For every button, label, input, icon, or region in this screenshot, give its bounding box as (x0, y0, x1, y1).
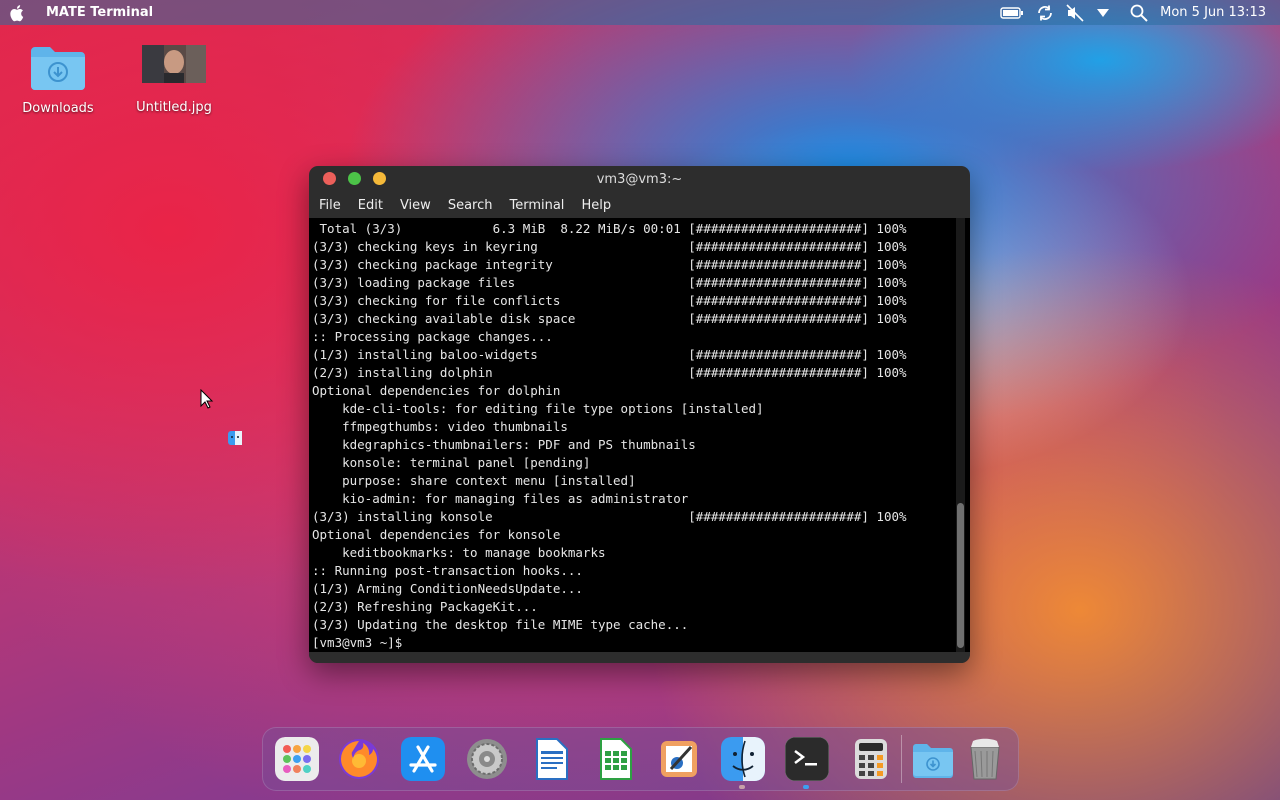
dock-separator (901, 735, 902, 783)
desktop-icon-label: Untitled.jpg (136, 100, 212, 115)
calc-icon[interactable] (593, 737, 637, 781)
firefox-icon[interactable] (337, 737, 381, 781)
desktop-icon-untitled-jpg[interactable]: Untitled.jpg (124, 45, 224, 115)
system-settings-icon[interactable] (465, 737, 509, 781)
desktop-icon-label: Downloads (22, 101, 94, 116)
menu-terminal[interactable]: Terminal (509, 198, 564, 213)
menu-view[interactable]: View (400, 198, 431, 213)
terminal-line: kde-cli-tools: for editing file type opt… (312, 401, 764, 416)
app-store-icon[interactable] (401, 737, 445, 781)
finder-icon[interactable] (721, 737, 765, 781)
menu-help[interactable]: Help (581, 198, 611, 213)
apple-icon[interactable] (10, 4, 28, 22)
terminal-line: Optional dependencies for dolphin (312, 383, 561, 398)
downloads-folder-icon[interactable] (911, 737, 955, 781)
finder-mini-icon (228, 431, 242, 445)
terminal-line: (2/3) Refreshing PackageKit... (312, 599, 538, 614)
terminal-line: Optional dependencies for konsole (312, 527, 561, 542)
terminal-line: (1/3) installing baloo-widgets [########… (312, 347, 907, 362)
terminal-window[interactable]: vm3@vm3:~ File Edit View Search Terminal… (309, 166, 970, 663)
battery-icon[interactable] (1000, 6, 1024, 20)
terminal-line: purpose: share context menu [installed] (312, 473, 636, 488)
image-thumbnail-icon (142, 45, 206, 83)
terminal-menubar: File Edit View Search Terminal Help (309, 192, 970, 218)
terminal-line: (3/3) installing konsole [##############… (312, 509, 907, 524)
text-cursor (409, 636, 418, 651)
mouse-pointer-icon (200, 389, 214, 409)
terminal-line: (3/3) loading package files [###########… (312, 275, 907, 290)
desktop-icon-downloads[interactable]: Downloads (8, 43, 108, 116)
minimize-button[interactable] (373, 172, 386, 185)
terminal-line: (3/3) checking keys in keyring [########… (312, 239, 907, 254)
launchpad-icon[interactable] (275, 737, 319, 781)
menu-edit[interactable]: Edit (358, 198, 383, 213)
terminal-line: (3/3) checking package integrity [######… (312, 257, 907, 272)
active-app-title[interactable]: MATE Terminal (46, 5, 153, 20)
terminal-line: :: Processing package changes... (312, 329, 553, 344)
draw-icon[interactable] (657, 737, 701, 781)
folder-icon (31, 47, 85, 90)
terminal-output[interactable]: Total (3/3) 6.3 MiB 8.22 MiB/s 00:01 [##… (309, 218, 970, 652)
dock (262, 727, 1019, 791)
running-indicator (739, 785, 745, 789)
menu-file[interactable]: File (319, 198, 341, 213)
trash-icon[interactable] (963, 737, 1007, 781)
terminal-line: Total (3/3) 6.3 MiB 8.22 MiB/s 00:01 [##… (312, 221, 907, 236)
window-footer (309, 652, 970, 663)
running-indicator-active (803, 785, 809, 789)
sync-icon[interactable] (1036, 4, 1054, 22)
terminal-line: (1/3) Arming ConditionNeedsUpdate... (312, 581, 583, 596)
terminal-line: (2/3) installing dolphin [##############… (312, 365, 907, 380)
terminal-line: keditbookmarks: to manage bookmarks (312, 545, 606, 560)
close-button[interactable] (323, 172, 336, 185)
terminal-line: kio-admin: for managing files as adminis… (312, 491, 689, 506)
writer-icon[interactable] (529, 737, 573, 781)
window-titlebar[interactable]: vm3@vm3:~ (309, 166, 970, 192)
dropdown-icon[interactable] (1096, 8, 1110, 18)
window-title: vm3@vm3:~ (596, 171, 683, 187)
terminal-icon[interactable] (785, 737, 829, 781)
calculator-icon[interactable] (849, 737, 893, 781)
top-menubar: MATE Terminal Mon 5 Jun 13:13 (0, 0, 1280, 25)
search-icon[interactable] (1130, 4, 1148, 22)
shell-prompt: [vm3@vm3 ~]$ (312, 634, 952, 652)
terminal-line: konsole: terminal panel [pending] (312, 455, 591, 470)
menu-search[interactable]: Search (448, 198, 493, 213)
terminal-line: ffmpegthumbs: video thumbnails (312, 419, 568, 434)
terminal-line: (3/3) Updating the desktop file MIME typ… (312, 617, 689, 632)
terminal-line: (3/3) checking available disk space [###… (312, 311, 907, 326)
clock[interactable]: Mon 5 Jun 13:13 (1160, 5, 1266, 20)
volume-muted-icon[interactable] (1066, 3, 1084, 22)
terminal-lines: Total (3/3) 6.3 MiB 8.22 MiB/s 00:01 [##… (312, 220, 952, 652)
terminal-line: (3/3) checking for file conflicts [#####… (312, 293, 907, 308)
maximize-button[interactable] (348, 172, 361, 185)
scrollbar-thumb[interactable] (957, 503, 964, 648)
terminal-line: :: Running post-transaction hooks... (312, 563, 583, 578)
terminal-line: kdegraphics-thumbnailers: PDF and PS thu… (312, 437, 696, 452)
terminal-scrollbar[interactable] (956, 218, 965, 652)
